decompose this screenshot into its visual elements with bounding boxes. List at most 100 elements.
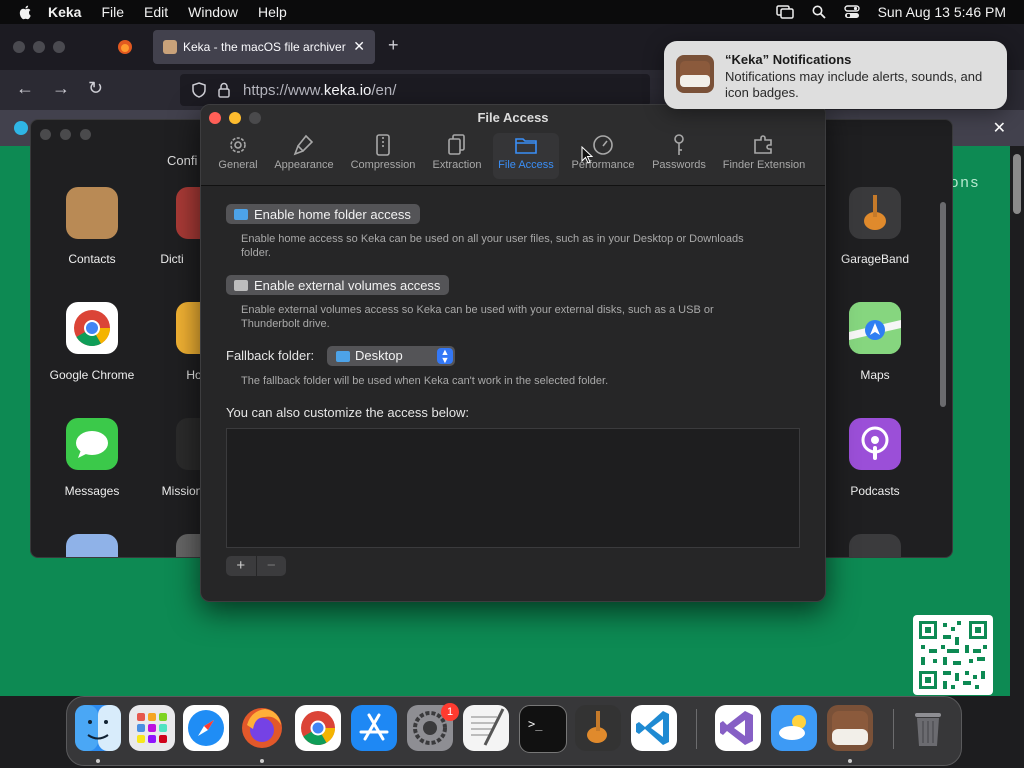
external-drive-icon xyxy=(234,279,248,291)
tab-general[interactable]: General xyxy=(215,133,261,179)
page-heading-partial: ons xyxy=(950,174,981,191)
gear-icon xyxy=(230,137,246,153)
applications-scrollbar[interactable] xyxy=(940,202,946,407)
home-access-description: Enable home access so Keka can be used o… xyxy=(241,233,744,259)
messages-icon[interactable] xyxy=(66,418,118,470)
tab-extraction[interactable]: Extraction xyxy=(428,133,486,179)
shield-icon[interactable] xyxy=(192,82,206,98)
dialog-toolbar: File Access General Appearance Compressi… xyxy=(201,105,825,186)
tab-title: Keka - the macOS file archiver xyxy=(183,40,346,54)
zoom-window-button[interactable] xyxy=(53,41,65,53)
spotlight-search-icon[interactable] xyxy=(812,5,826,19)
garageband-icon[interactable] xyxy=(849,187,901,239)
fallback-folder-label: Fallback folder: xyxy=(226,348,315,363)
enable-home-folder-button[interactable]: Enable home folder access xyxy=(226,204,420,224)
tab-file-access[interactable]: File Access xyxy=(493,133,559,179)
apple-icon[interactable] xyxy=(18,4,34,20)
info-bar-close-icon[interactable]: ✕ xyxy=(993,118,1006,138)
menu-window[interactable]: Window xyxy=(188,4,238,20)
window-partial-title: Confi xyxy=(167,153,198,168)
firefox-icon[interactable] xyxy=(239,705,285,751)
keka-dock-icon[interactable] xyxy=(827,705,873,751)
dialog-title: File Access xyxy=(477,110,549,125)
tab-performance[interactable]: Performance xyxy=(567,133,639,179)
enable-home-folder-label: Enable home folder access xyxy=(254,206,411,222)
finder-icon[interactable] xyxy=(75,705,121,751)
system-settings-badge: 1 xyxy=(441,703,459,721)
app-icon-partial[interactable] xyxy=(66,534,118,557)
maps-icon[interactable] xyxy=(849,302,901,354)
enable-external-volumes-button[interactable]: Enable external volumes access xyxy=(226,275,450,295)
external-access-description: Enable external volumes access so Keka c… xyxy=(241,304,714,330)
desktop-folder-icon xyxy=(336,351,350,362)
page-scrollbar[interactable] xyxy=(1010,146,1024,696)
tab-passwords-label: Passwords xyxy=(652,159,706,171)
minimize-window-button[interactable] xyxy=(60,129,71,140)
tab-extraction-label: Extraction xyxy=(432,159,482,171)
launchpad-icon[interactable] xyxy=(129,705,175,751)
menubar-clock[interactable]: Sun Aug 13 5:46 PM xyxy=(878,4,1006,20)
weather-icon[interactable] xyxy=(771,705,817,751)
google-chrome-icon[interactable] xyxy=(66,302,118,354)
new-tab-button[interactable]: + xyxy=(388,35,399,56)
custom-access-label: You can also customize the access below: xyxy=(226,405,470,420)
tab-passwords[interactable]: Passwords xyxy=(647,133,711,179)
contacts-icon[interactable] xyxy=(66,187,118,239)
enable-external-volumes-label: Enable external volumes access xyxy=(254,277,441,293)
back-arrow-icon[interactable]: ← xyxy=(16,78,34,99)
tab-finder-extension[interactable]: Finder Extension xyxy=(717,133,811,179)
app-label-maps: Maps xyxy=(860,368,890,382)
home-folder-icon xyxy=(234,208,248,220)
google-chrome-dock-icon[interactable] xyxy=(295,705,341,751)
firefox-view-icon[interactable] xyxy=(117,39,133,55)
fallback-folder-description: The fallback folder will be used when Ke… xyxy=(241,375,609,387)
menu-help[interactable]: Help xyxy=(258,4,287,20)
url-bar[interactable]: https://www.keka.io/en/ xyxy=(180,74,650,106)
notification-banner[interactable]: “Keka” Notifications Notifications may i… xyxy=(664,41,1007,109)
tab-compression[interactable]: Compression xyxy=(345,133,421,179)
folder-icon xyxy=(515,138,537,154)
url-text: https://www.keka.io/en/ xyxy=(243,82,396,99)
archive-icon xyxy=(376,134,390,156)
page-scrollbar-thumb[interactable] xyxy=(1013,154,1021,214)
custom-access-list[interactable] xyxy=(226,428,800,548)
forward-arrow-icon[interactable]: → xyxy=(52,78,70,99)
menu-edit[interactable]: Edit xyxy=(144,4,168,20)
firefox-running-indicator xyxy=(260,759,264,763)
add-access-button[interactable]: + xyxy=(226,556,256,576)
menu-app-name[interactable]: Keka xyxy=(48,4,81,20)
tab-appearance[interactable]: Appearance xyxy=(271,133,337,179)
app-label-garageband: GarageBand xyxy=(840,252,910,266)
close-window-button[interactable] xyxy=(40,129,51,140)
app-icon-partial[interactable] xyxy=(849,534,901,557)
menu-file[interactable]: File xyxy=(101,4,124,20)
keka-favicon-icon xyxy=(163,40,177,54)
safari-icon[interactable] xyxy=(183,705,229,751)
fallback-folder-value: Desktop xyxy=(355,348,403,363)
fallback-folder-select[interactable]: Desktop ▲ ▼ xyxy=(327,346,455,366)
tab-compression-label: Compression xyxy=(350,159,416,171)
minimize-window-button[interactable] xyxy=(33,41,45,53)
visual-studio-icon[interactable] xyxy=(715,705,761,751)
garageband-dock-icon[interactable] xyxy=(575,705,621,751)
lock-icon[interactable] xyxy=(218,82,230,98)
visual-studio-code-icon[interactable] xyxy=(631,705,677,751)
zoom-window-button[interactable] xyxy=(80,129,91,140)
app-store-icon[interactable] xyxy=(351,705,397,751)
browser-tab-keka[interactable]: Keka - the macOS file archiver ✕ xyxy=(153,30,375,64)
tab-close-icon[interactable]: ✕ xyxy=(353,38,365,55)
tab-appearance-label: Appearance xyxy=(274,159,334,171)
reload-icon[interactable]: ↻ xyxy=(88,78,103,99)
close-window-button[interactable] xyxy=(13,41,25,53)
brush-icon xyxy=(293,134,314,156)
trash-icon[interactable] xyxy=(905,705,951,751)
remove-access-button[interactable]: − xyxy=(257,556,287,576)
terminal-icon[interactable]: >_ xyxy=(519,705,567,753)
mouse-cursor-icon xyxy=(581,146,593,164)
notification-body: Notifications may include alerts, sounds… xyxy=(725,69,983,100)
screen-mirroring-icon[interactable] xyxy=(775,5,794,19)
podcasts-icon[interactable] xyxy=(849,418,901,470)
keka-app-icon xyxy=(676,55,714,93)
textedit-icon[interactable] xyxy=(463,705,509,751)
control-center-icon[interactable] xyxy=(843,5,860,19)
